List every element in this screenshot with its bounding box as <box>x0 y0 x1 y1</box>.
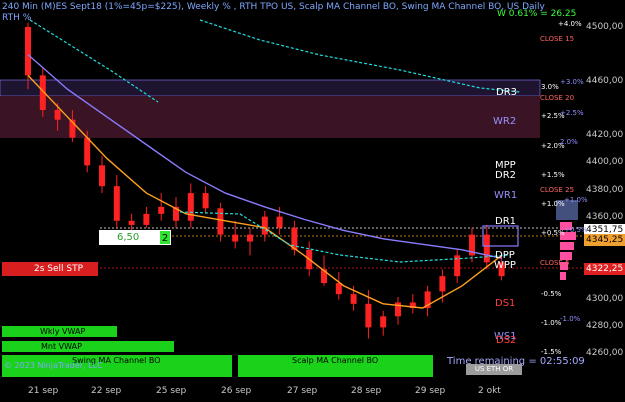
y-tick: 4300,00 <box>586 294 624 304</box>
tpo-ds2: DS2 <box>496 335 517 346</box>
pct-level-right: +1.0% <box>564 196 588 204</box>
y-tick: 4280,00 <box>586 321 624 331</box>
candle-body <box>247 234 253 242</box>
close-label: CLOSE 25 <box>540 186 575 194</box>
y-tick: 4360,00 <box>586 212 624 222</box>
pct-level: 3.0% <box>541 83 559 91</box>
x-tick: 26 sep <box>221 386 252 396</box>
tpo-dr3: DR3 <box>496 87 518 98</box>
candle-body <box>143 213 150 225</box>
candle-body <box>261 216 268 235</box>
x-tick: 29 sep <box>415 386 446 396</box>
candle-body <box>84 137 91 166</box>
candle-body <box>217 208 224 235</box>
candle-body <box>158 206 165 214</box>
chart-title: 240 Min (M)ES Sept18 (1%=45p=$225), Week… <box>2 2 545 12</box>
y-tick: 4420,00 <box>586 130 624 140</box>
mnt-vwap-button[interactable]: Mnt VWAP <box>2 341 174 352</box>
y-tick: 4460,00 <box>586 76 624 86</box>
copyright-text: © 2023 NinjaTrader, LLC <box>4 361 103 370</box>
x-tick: 2 okt <box>478 386 501 396</box>
profile-bar <box>560 242 574 250</box>
y-tick: 4380,00 <box>586 185 624 195</box>
tpo-dr1: DR1 <box>495 216 517 227</box>
pct-level-right: +2.5% <box>560 109 584 117</box>
scalp-ma-button[interactable]: Scalp MA Channel BO <box>238 355 433 377</box>
tpo-wr2: WR2 <box>493 116 517 127</box>
close-label: CLOSE 15 <box>540 35 575 43</box>
close-label: CLOSE 5 <box>540 259 570 267</box>
candle-body <box>202 193 209 209</box>
candle-body <box>99 165 105 187</box>
wkly-vwap-button[interactable]: Wkly VWAP <box>2 326 117 337</box>
candle-body <box>187 193 194 221</box>
candle-body <box>276 216 283 228</box>
chart-window: 240 Min (M)ES Sept18 (1%=45p=$225), Week… <box>0 0 625 402</box>
candle-body <box>25 26 31 76</box>
sell-stop-order[interactable]: 2s Sell STP <box>2 262 98 276</box>
candle-body <box>350 294 357 304</box>
resistance-band-upper <box>0 79 541 97</box>
tpo-dr2: DR2 <box>495 170 517 181</box>
current-price-tag: 4322,25 <box>584 263 625 275</box>
y-tick: 4400,00 <box>586 157 624 167</box>
candle-body <box>128 220 135 225</box>
candle-body <box>232 234 239 242</box>
x-tick: 27 sep <box>287 386 318 396</box>
y-tick: 4500,00 <box>586 22 624 32</box>
candle-body <box>113 186 120 221</box>
pct-level: +1.0% <box>541 200 565 208</box>
pct-level: +1.5% <box>541 171 565 179</box>
candle-body <box>380 316 387 328</box>
profile-bar <box>560 272 566 280</box>
candle-body <box>483 234 490 263</box>
pct-level: -1.5% <box>541 348 562 356</box>
pct-level-right: +3.0% <box>560 78 584 86</box>
pct-level-right: -1.0% <box>560 315 581 323</box>
position-qty[interactable]: 2 <box>159 230 171 245</box>
weekly-change: W 0.61% = 26.25 <box>497 9 577 19</box>
tpo-wpp: WPP <box>494 260 516 271</box>
candle-body <box>335 283 342 295</box>
candle-body <box>439 276 446 292</box>
pct-level: -1.0% <box>541 319 562 327</box>
pct-level: +0.5% <box>541 229 565 237</box>
x-tick: 25 sep <box>156 386 187 396</box>
y-tick: 4260,00 <box>586 348 624 358</box>
candle-body <box>365 303 372 328</box>
eth-or-button[interactable]: US ETH OR <box>466 364 522 375</box>
tpo-ds1: DS1 <box>495 298 516 309</box>
lower-channel-line <box>179 211 511 263</box>
chart-subtitle: RTH % <box>2 13 32 23</box>
pct-level: -0.5% <box>541 290 562 298</box>
close-label: CLOSE 20 <box>540 94 575 102</box>
pct-level: +4.0% <box>558 20 582 28</box>
x-tick: 28 sep <box>351 386 382 396</box>
candle-body <box>54 110 61 120</box>
mid-price-tag: 4345,25 <box>584 234 625 246</box>
x-tick: 21 sep <box>28 386 59 396</box>
pct-level-right: +0.5% <box>564 226 588 234</box>
x-tick: 22 sep <box>91 386 122 396</box>
tpo-wr1: WR1 <box>494 190 518 201</box>
pct-level-right: 2.0% <box>560 138 578 146</box>
position-value[interactable]: 6,50 <box>99 230 159 245</box>
